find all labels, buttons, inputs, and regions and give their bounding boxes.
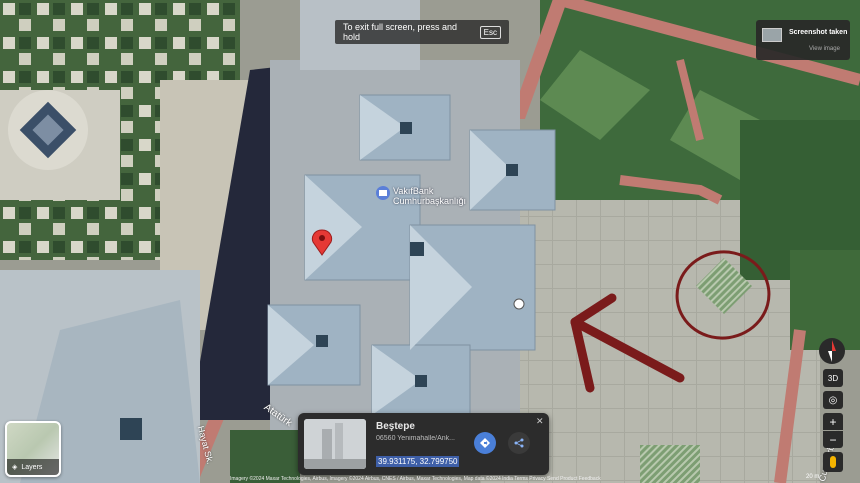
- zoom-in-button[interactable]: +: [823, 413, 843, 430]
- place-address: 06560 Yenimahalle/Ank...: [376, 435, 456, 442]
- layers-button[interactable]: ◈ Layers: [5, 421, 61, 477]
- map-scale: 20 m: [806, 474, 820, 480]
- view-image-link[interactable]: View image: [809, 46, 840, 52]
- compass-icon[interactable]: [819, 338, 845, 364]
- street-view-pegman[interactable]: [823, 452, 843, 472]
- my-location-button[interactable]: ◎: [823, 391, 843, 409]
- screenshot-thumbnail: [762, 28, 782, 42]
- layers-label: Layers: [21, 463, 43, 471]
- close-card-button[interactable]: ✕: [536, 416, 544, 427]
- esc-key-badge: Esc: [479, 25, 501, 39]
- tilt-3d-button[interactable]: 3D: [823, 369, 843, 387]
- directions-button[interactable]: [474, 432, 496, 454]
- bank-poi-icon[interactable]: [376, 186, 390, 200]
- screenshot-title: Screenshot taken: [789, 29, 848, 36]
- map-attribution: Imagery ©2024 Maxar Technologies, Airbus…: [230, 476, 601, 482]
- fullscreen-toast: To exit full screen, press and hold Esc: [335, 20, 509, 44]
- poi-label[interactable]: VakıfBank Cumhurbaşkanlığı: [393, 186, 473, 206]
- layers-icon: ◈: [12, 464, 18, 471]
- screenshot-notification[interactable]: Screenshot taken View image: [756, 20, 850, 60]
- place-coordinates[interactable]: 39.931175, 32.799750: [376, 456, 460, 467]
- place-thumbnail[interactable]: [304, 419, 366, 469]
- my-location-icon: ◎: [828, 394, 838, 406]
- zoom-out-button[interactable]: −: [823, 431, 843, 448]
- share-button[interactable]: [508, 432, 530, 454]
- pegman-icon: [830, 456, 836, 468]
- place-name: Beştepe: [376, 421, 415, 432]
- directions-icon: [480, 438, 490, 448]
- toast-text: To exit full screen, press and hold: [343, 22, 458, 42]
- satellite-map[interactable]: [0, 0, 860, 483]
- info-marker[interactable]: [513, 298, 525, 310]
- share-icon: [514, 438, 524, 448]
- place-card[interactable]: Beştepe 06560 Yenimahalle/Ank... 39.9311…: [298, 413, 549, 475]
